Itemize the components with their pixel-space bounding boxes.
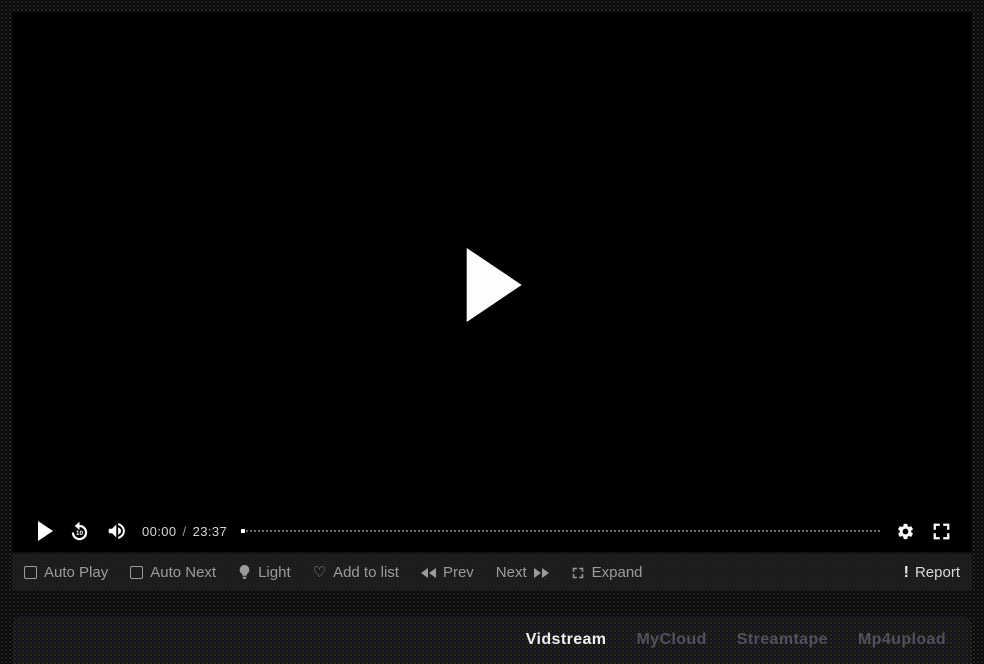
rewind-10-icon: 10 (69, 521, 90, 542)
add-to-list-button[interactable]: ♡ Add to list (313, 564, 399, 581)
next-icon (534, 568, 549, 578)
seek-bar[interactable] (241, 528, 880, 534)
server-select-panel: Vidstream MyCloud Streamtape Mp4upload (12, 616, 972, 664)
play-button[interactable] (32, 521, 53, 541)
fullscreen-button[interactable] (931, 521, 952, 542)
next-label: Next (496, 564, 527, 581)
settings-button[interactable] (896, 522, 915, 541)
expand-button[interactable]: Expand (571, 564, 643, 581)
next-episode-button[interactable]: Next (496, 564, 549, 581)
time-separator: / (183, 524, 187, 539)
prev-episode-button[interactable]: Prev (421, 564, 474, 581)
auto-next-label: Auto Next (150, 564, 216, 581)
play-icon (38, 521, 53, 541)
light-label: Light (258, 564, 291, 581)
prev-label: Prev (443, 564, 474, 581)
gear-icon (896, 522, 915, 541)
server-item-streamtape[interactable]: Streamtape (737, 631, 828, 649)
auto-next-toggle[interactable]: Auto Next (130, 564, 216, 581)
expand-icon (571, 566, 585, 580)
report-button[interactable]: ! Report (904, 564, 960, 582)
auto-play-label: Auto Play (44, 564, 108, 581)
svg-text:10: 10 (76, 530, 84, 537)
server-item-mp4upload[interactable]: Mp4upload (858, 631, 946, 649)
duration: 23:37 (193, 524, 228, 539)
fullscreen-icon (931, 521, 952, 542)
seek-track (241, 530, 880, 532)
report-label: Report (915, 564, 960, 581)
auto-next-checkbox[interactable] (130, 566, 143, 579)
auto-play-toggle[interactable]: Auto Play (24, 564, 108, 581)
player-control-bar: 10 00:00 / 23:37 (12, 510, 972, 552)
rewind-10-button[interactable]: 10 (69, 521, 90, 542)
video-player[interactable]: 10 00:00 / 23:37 (12, 12, 972, 552)
report-icon: ! (904, 564, 909, 582)
big-play-icon[interactable] (467, 248, 522, 322)
volume-icon (106, 520, 128, 542)
auto-play-checkbox[interactable] (24, 566, 37, 579)
current-time: 00:00 (142, 524, 177, 539)
time-display: 00:00 / 23:37 (142, 524, 227, 539)
volume-button[interactable] (106, 520, 128, 542)
heart-icon: ♡ (313, 565, 326, 580)
add-to-list-label: Add to list (333, 564, 399, 581)
server-item-vidstream[interactable]: Vidstream (526, 631, 607, 649)
server-item-mycloud[interactable]: MyCloud (636, 631, 706, 649)
expand-label: Expand (592, 564, 643, 581)
seek-playhead[interactable] (241, 529, 245, 533)
player-options-toolbar: Auto Play Auto Next Light ♡ Add to list … (12, 554, 972, 591)
bulb-icon (238, 565, 251, 580)
prev-icon (421, 568, 436, 578)
light-toggle[interactable]: Light (238, 564, 291, 581)
